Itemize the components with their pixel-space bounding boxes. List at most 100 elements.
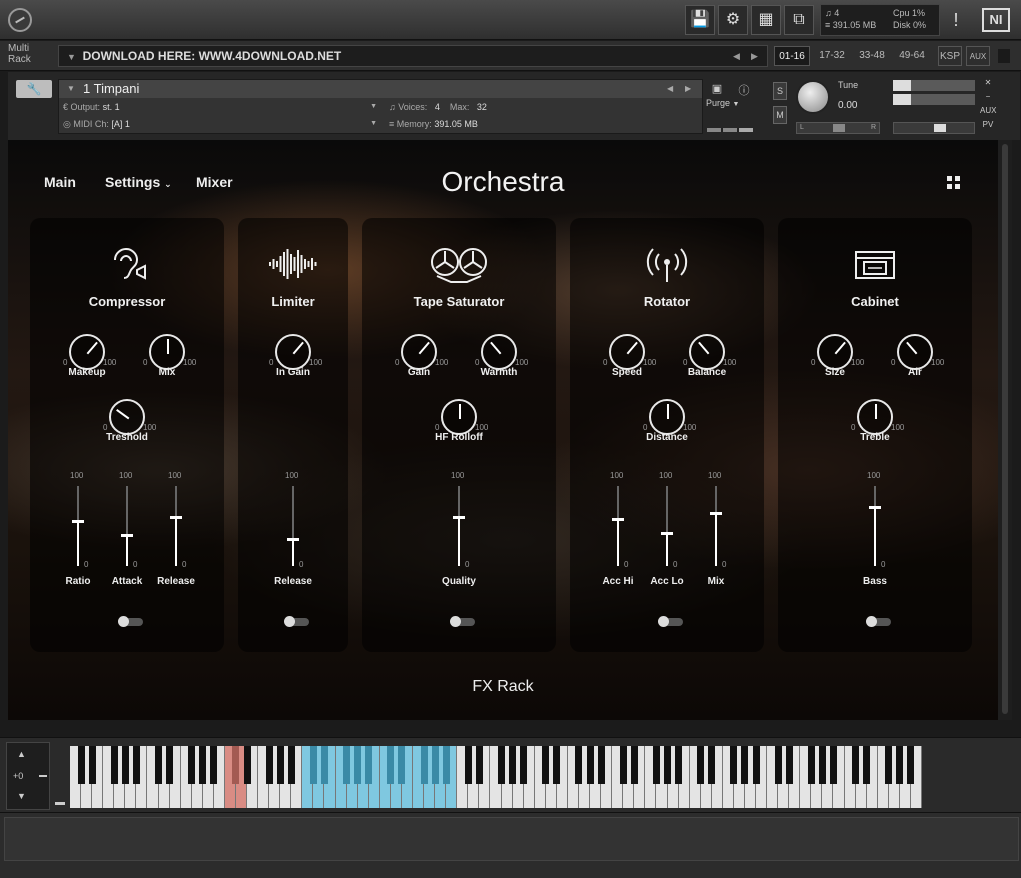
piano-keyboard[interactable] xyxy=(70,746,922,808)
volume-thumb[interactable] xyxy=(934,124,946,132)
nav-mixer[interactable]: Mixer xyxy=(196,174,233,190)
black-key[interactable] xyxy=(652,746,660,784)
black-key[interactable] xyxy=(785,746,793,784)
treshold-knob[interactable] xyxy=(109,399,145,435)
prev-instrument-icon[interactable]: ◀ xyxy=(667,80,673,98)
black-key[interactable] xyxy=(464,746,472,784)
bass-slider[interactable] xyxy=(868,486,882,566)
solo-button[interactable]: S xyxy=(773,82,787,100)
in-gain-knob[interactable] xyxy=(275,334,311,370)
black-key[interactable] xyxy=(110,746,118,784)
volume-slider[interactable] xyxy=(893,122,975,134)
black-key[interactable] xyxy=(442,746,450,784)
kontakt-logo-icon[interactable] xyxy=(8,8,32,32)
aux-button[interactable]: AUX xyxy=(966,46,990,66)
black-key[interactable] xyxy=(188,746,196,784)
page-17-32[interactable]: 17-32 xyxy=(814,46,850,66)
mix-knob[interactable] xyxy=(149,334,185,370)
quality-slider[interactable] xyxy=(452,486,466,566)
air-knob[interactable] xyxy=(897,334,933,370)
rack-scroll[interactable] xyxy=(998,49,1010,63)
black-key[interactable] xyxy=(664,746,671,784)
black-key[interactable] xyxy=(863,746,871,784)
acc-lo-slider[interactable] xyxy=(660,486,674,566)
black-key[interactable] xyxy=(509,746,517,784)
black-key[interactable] xyxy=(597,746,605,784)
octave-up-icon[interactable]: ▲ xyxy=(17,749,26,759)
max-value[interactable]: 32 xyxy=(477,102,487,112)
black-key[interactable] xyxy=(907,746,915,784)
attack-slider[interactable] xyxy=(120,486,134,566)
main-scrollbar[interactable] xyxy=(998,140,1012,720)
camera-icon[interactable]: ▣ xyxy=(707,82,727,98)
black-key[interactable] xyxy=(132,746,140,784)
window-icon[interactable]: ⧉ xyxy=(784,5,814,35)
warmth-knob[interactable] xyxy=(481,334,517,370)
black-key[interactable] xyxy=(619,746,627,784)
purge-button[interactable]: Purge ▼ xyxy=(706,98,739,108)
slider-thumb[interactable] xyxy=(453,516,465,519)
instrument-name[interactable]: ▼ 1 Timpani ◀ ▶ xyxy=(59,80,702,98)
minimize-icon[interactable]: − xyxy=(980,90,996,104)
black-key[interactable] xyxy=(365,746,373,784)
speed-knob[interactable] xyxy=(609,334,645,370)
pan-slider[interactable]: L R xyxy=(796,122,880,134)
distance-knob[interactable] xyxy=(649,399,685,435)
treble-knob[interactable] xyxy=(857,399,893,435)
black-key[interactable] xyxy=(309,746,317,784)
black-key[interactable] xyxy=(498,746,506,784)
black-key[interactable] xyxy=(354,746,362,784)
black-key[interactable] xyxy=(675,746,683,784)
close-icon[interactable]: ✕ xyxy=(980,76,996,90)
chevron-down-icon[interactable]: ▼ xyxy=(67,80,75,98)
black-key[interactable] xyxy=(697,746,705,784)
page-49-64[interactable]: 49-64 xyxy=(894,46,930,66)
black-key[interactable] xyxy=(542,746,550,784)
pan-thumb[interactable] xyxy=(833,124,845,132)
mute-button[interactable]: M xyxy=(773,106,787,124)
black-key[interactable] xyxy=(741,746,749,784)
next-arrow-icon[interactable]: ▶ xyxy=(751,46,758,66)
mix-slider[interactable] xyxy=(709,486,723,566)
slider-thumb[interactable] xyxy=(170,516,182,519)
layout-icon[interactable]: ▦ xyxy=(751,5,781,35)
black-key[interactable] xyxy=(475,746,483,784)
makeup-knob[interactable] xyxy=(69,334,105,370)
slider-thumb[interactable] xyxy=(121,534,133,537)
black-key[interactable] xyxy=(885,746,893,784)
black-key[interactable] xyxy=(276,746,284,784)
black-key[interactable] xyxy=(199,746,207,784)
save-icon[interactable]: 💾 xyxy=(685,5,715,35)
gear-icon[interactable]: ⚙ xyxy=(718,5,748,35)
black-key[interactable] xyxy=(575,746,583,784)
black-key[interactable] xyxy=(730,746,738,784)
fx-bypass-toggle[interactable] xyxy=(866,616,891,627)
black-key[interactable] xyxy=(210,746,218,784)
slider-thumb[interactable] xyxy=(869,506,881,509)
fx-bypass-toggle[interactable] xyxy=(658,616,683,627)
octave-down-icon[interactable]: ▼ xyxy=(17,791,26,801)
black-key[interactable] xyxy=(287,746,295,784)
nav-main[interactable]: Main xyxy=(44,174,76,190)
black-key[interactable] xyxy=(829,746,837,784)
fx-bypass-toggle[interactable] xyxy=(118,616,143,627)
midi-row[interactable]: ◎ MIDI Ch: [A] 1 ▼ xyxy=(63,116,381,132)
black-key[interactable] xyxy=(343,746,351,784)
black-key[interactable] xyxy=(752,746,760,784)
slider-thumb[interactable] xyxy=(710,512,722,515)
warning-icon[interactable]: ! xyxy=(945,5,967,35)
black-key[interactable] xyxy=(88,746,96,784)
black-key[interactable] xyxy=(774,746,782,784)
prev-arrow-icon[interactable]: ◀ xyxy=(733,46,740,66)
black-key[interactable] xyxy=(586,746,594,784)
fx-bypass-toggle[interactable] xyxy=(284,616,309,627)
black-key[interactable] xyxy=(121,746,129,784)
chevron-icon[interactable]: ▼ xyxy=(370,99,377,115)
black-key[interactable] xyxy=(166,746,174,784)
chevron-down-icon[interactable]: ▼ xyxy=(67,52,76,62)
black-key[interactable] xyxy=(807,746,815,784)
gain-knob[interactable] xyxy=(401,334,437,370)
fx-bypass-toggle[interactable] xyxy=(450,616,475,627)
black-key[interactable] xyxy=(708,746,716,784)
black-key[interactable] xyxy=(553,746,561,784)
